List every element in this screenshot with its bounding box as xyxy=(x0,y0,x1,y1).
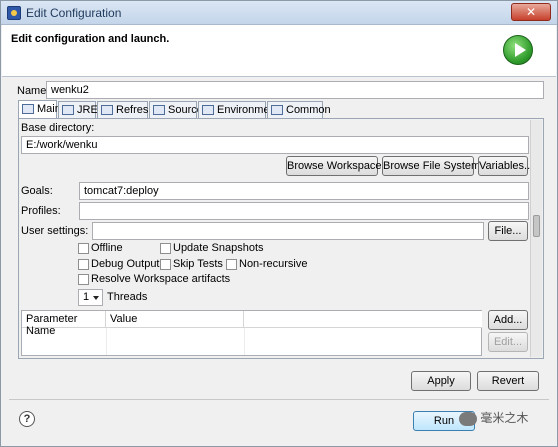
window-title: Edit Configuration xyxy=(26,6,122,20)
column-header-filler xyxy=(244,311,482,328)
eclipse-app-icon xyxy=(7,6,21,20)
tab-common[interactable]: Common xyxy=(267,101,331,118)
skip-tests-label: Skip Tests xyxy=(173,258,223,270)
column-header-parameter-name[interactable]: Parameter Name xyxy=(22,311,106,337)
dialog-header: Edit configuration and launch. xyxy=(2,25,556,77)
profiles-label: Profiles: xyxy=(21,205,61,217)
column-divider xyxy=(244,328,245,355)
wechat-icon xyxy=(459,411,477,426)
watermark-text: 毫米之木 xyxy=(480,411,529,425)
threads-label: Threads xyxy=(107,291,148,303)
resolve-workspace-label: Resolve Workspace artifacts xyxy=(91,273,231,285)
footer-separator xyxy=(9,399,549,400)
base-dir-label: Base directory: xyxy=(21,122,95,134)
browse-file-system-button[interactable]: Browse File System... xyxy=(382,156,489,176)
debug-output-checkbox[interactable] xyxy=(78,259,89,270)
apply-button[interactable]: Apply xyxy=(411,371,471,391)
update-snapshots-checkbox[interactable] xyxy=(160,243,171,254)
add-button[interactable]: Add... xyxy=(488,310,528,330)
tab-jre[interactable]: JRE xyxy=(58,101,98,118)
debug-output-label: Debug Output xyxy=(91,258,160,270)
close-button[interactable]: ✕ xyxy=(511,3,551,21)
goals-label: Goals: xyxy=(21,185,53,197)
main-tab-icon xyxy=(22,104,34,114)
goals-field[interactable]: tomcat7:deploy xyxy=(79,182,529,200)
revert-button[interactable]: Revert xyxy=(477,371,539,391)
tab-jre-label: JRE xyxy=(77,104,98,116)
name-field[interactable]: wenku2 xyxy=(46,81,544,99)
watermark: 毫米之木 xyxy=(459,409,528,426)
user-settings-field[interactable] xyxy=(92,222,484,240)
jre-icon xyxy=(62,105,74,115)
skip-tests-checkbox[interactable] xyxy=(160,259,171,270)
source-icon xyxy=(153,105,165,115)
base-directory-field[interactable]: E:/work/wenku xyxy=(21,136,529,154)
threads-value: 1 xyxy=(83,291,90,303)
threads-select[interactable]: 1 xyxy=(78,289,103,306)
run-launch-icon xyxy=(503,35,533,65)
file-button[interactable]: File... xyxy=(488,221,528,241)
column-divider xyxy=(106,328,107,355)
user-settings-label: User settings: xyxy=(21,225,89,237)
browse-workspace-button[interactable]: Browse Workspace... xyxy=(286,156,391,176)
environment-icon xyxy=(202,105,214,115)
offline-checkbox[interactable] xyxy=(78,243,89,254)
header-heading: Edit configuration and launch. xyxy=(11,33,170,45)
tab-main[interactable]: Main xyxy=(18,100,61,119)
help-icon[interactable]: ? xyxy=(19,411,35,427)
update-snapshots-label: Update Snapshots xyxy=(173,242,264,254)
tab-refresh[interactable]: Refresh xyxy=(97,101,155,118)
edit-button: Edit... xyxy=(488,332,528,352)
parameters-table[interactable]: Parameter Name Value xyxy=(21,310,482,356)
tab-environment[interactable]: Environment xyxy=(198,101,279,118)
common-icon xyxy=(271,105,283,115)
variables-button[interactable]: Variables... xyxy=(478,156,533,176)
refresh-icon xyxy=(101,105,113,115)
vertical-scrollbar[interactable] xyxy=(530,120,542,357)
title-bar: Edit Configuration ✕ xyxy=(1,1,557,25)
non-recursive-label: Non-recursive xyxy=(239,258,308,270)
scrollbar-thumb[interactable] xyxy=(533,215,540,237)
edit-configuration-dialog: Edit Configuration ✕ Edit configuration … xyxy=(0,0,558,447)
offline-label: Offline xyxy=(91,242,123,254)
profiles-field[interactable] xyxy=(79,202,529,220)
column-header-value[interactable]: Value xyxy=(106,311,244,328)
resolve-workspace-checkbox[interactable] xyxy=(78,274,89,285)
name-label: Name: xyxy=(17,85,50,97)
tab-common-label: Common xyxy=(286,104,331,116)
main-tab-panel: Base directory: E:/work/wenku Browse Wor… xyxy=(18,118,544,359)
tab-source[interactable]: Source xyxy=(149,101,203,118)
non-recursive-checkbox[interactable] xyxy=(226,259,237,270)
chevron-down-icon xyxy=(93,296,99,300)
